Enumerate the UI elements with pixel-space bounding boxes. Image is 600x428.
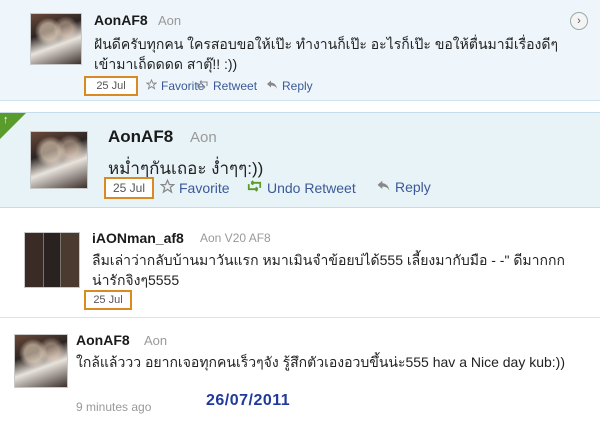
retweet-label: Retweet xyxy=(213,79,258,93)
reply-label: Reply xyxy=(282,79,313,93)
retweet-button[interactable]: Retweet xyxy=(196,79,257,93)
username[interactable]: AonAF8 xyxy=(94,12,148,28)
reply-label: Reply xyxy=(395,179,431,195)
tweet-1: AonAF8 Aon ฝันดีครับทุกคน ใครสอบขอให้เป๊… xyxy=(0,0,600,101)
tweet-timestamp[interactable]: 9 minutes ago xyxy=(76,400,151,414)
tweet-text: ใกล้แล้ววว อยากเจอทุกคนเร็วๆจัง รู้สึกตั… xyxy=(76,354,566,370)
undo-retweet-label: Undo Retweet xyxy=(267,179,356,196)
fullname: Aon xyxy=(144,333,168,348)
fullname: Aon xyxy=(190,129,217,146)
avatar[interactable] xyxy=(24,232,80,288)
username[interactable]: AonAF8 xyxy=(76,332,130,348)
avatar[interactable] xyxy=(30,13,82,65)
date-stamp: 26/07/2011 xyxy=(206,392,291,409)
reply-icon xyxy=(266,79,278,93)
chevron-right-icon[interactable]: › xyxy=(570,12,588,30)
favorite-button[interactable]: Favorite xyxy=(159,178,230,197)
tweet-date[interactable]: 25 Jul xyxy=(84,76,138,96)
tweet-date[interactable]: 25 Jul xyxy=(104,177,154,199)
retweet-icon xyxy=(246,179,263,196)
avatar[interactable] xyxy=(14,334,68,388)
fullname: Aon V20 AF8 xyxy=(200,231,271,245)
fullname: Aon xyxy=(158,13,182,28)
tweet-2: ↑ AonAF8 Aon หม่ำๆกันเถอะ ง่ำๆๆ:)) 25 Ju… xyxy=(0,112,600,208)
reply-button[interactable]: Reply xyxy=(266,79,313,93)
avatar[interactable] xyxy=(30,131,88,189)
tweet-text: ลืมเล่าว่ากลับบ้านมาวันแรก หมาเมินจำข้อย… xyxy=(92,252,565,288)
username[interactable]: AonAF8 xyxy=(108,127,173,147)
retweet-flag-glyph: ↑ xyxy=(3,114,9,126)
tweet-3: iAONman_af8 Aon V20 AF8 ลืมเล่าว่ากลับบ้… xyxy=(0,218,600,318)
tweet-4: AonAF8 Aon ใกล้แล้ววว อยากเจอทุกคนเร็วๆจ… xyxy=(0,318,600,428)
undo-retweet-button[interactable]: Undo Retweet xyxy=(246,179,356,196)
tweet-text: ฝันดีครับทุกคน ใครสอบขอให้เป๊ะ ทำงานก็เป… xyxy=(94,36,558,72)
tweet-date[interactable]: 25 Jul xyxy=(84,290,132,310)
star-icon xyxy=(159,178,176,197)
username[interactable]: iAONman_af8 xyxy=(92,230,184,246)
retweet-icon xyxy=(196,79,209,93)
favorite-label: Favorite xyxy=(179,180,230,196)
reply-icon xyxy=(376,179,391,195)
reply-button[interactable]: Reply xyxy=(376,179,431,195)
star-icon xyxy=(145,78,158,93)
